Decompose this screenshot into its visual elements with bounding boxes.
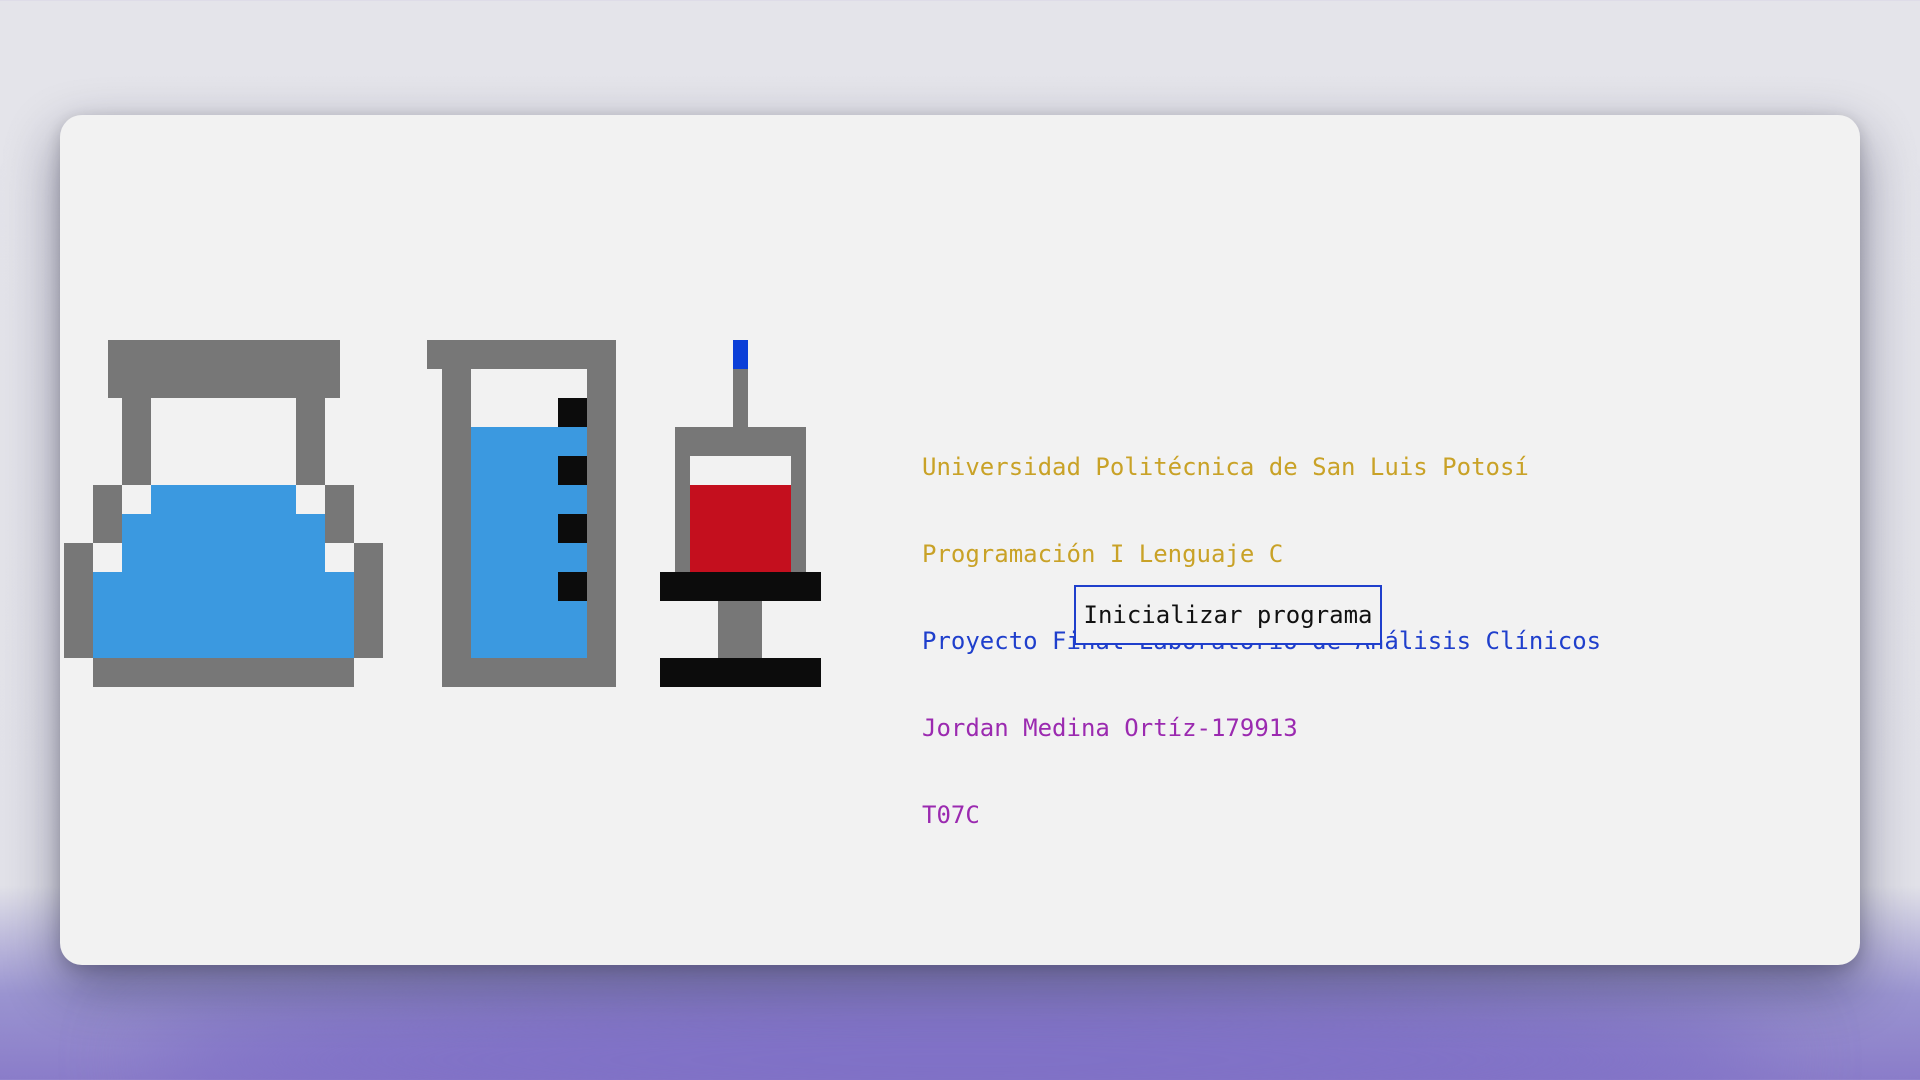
author-name: Jordan Medina Ortíz-179913 bbox=[922, 714, 1298, 742]
lab-illustration bbox=[64, 340, 821, 687]
group-code: T07C bbox=[922, 801, 980, 829]
university-name: Universidad Politécnica de San Luis Poto… bbox=[922, 453, 1529, 481]
graduated-cylinder-icon bbox=[427, 340, 616, 687]
erlenmeyer-flask-icon bbox=[64, 340, 383, 687]
syringe-icon bbox=[660, 340, 821, 687]
course-name: Programación I Lenguaje C bbox=[922, 540, 1284, 568]
start-program-button[interactable]: Inicializar programa bbox=[1074, 585, 1382, 645]
app-window: Universidad Politécnica de San Luis Poto… bbox=[60, 115, 1860, 965]
background-glow bbox=[140, 990, 1780, 1080]
